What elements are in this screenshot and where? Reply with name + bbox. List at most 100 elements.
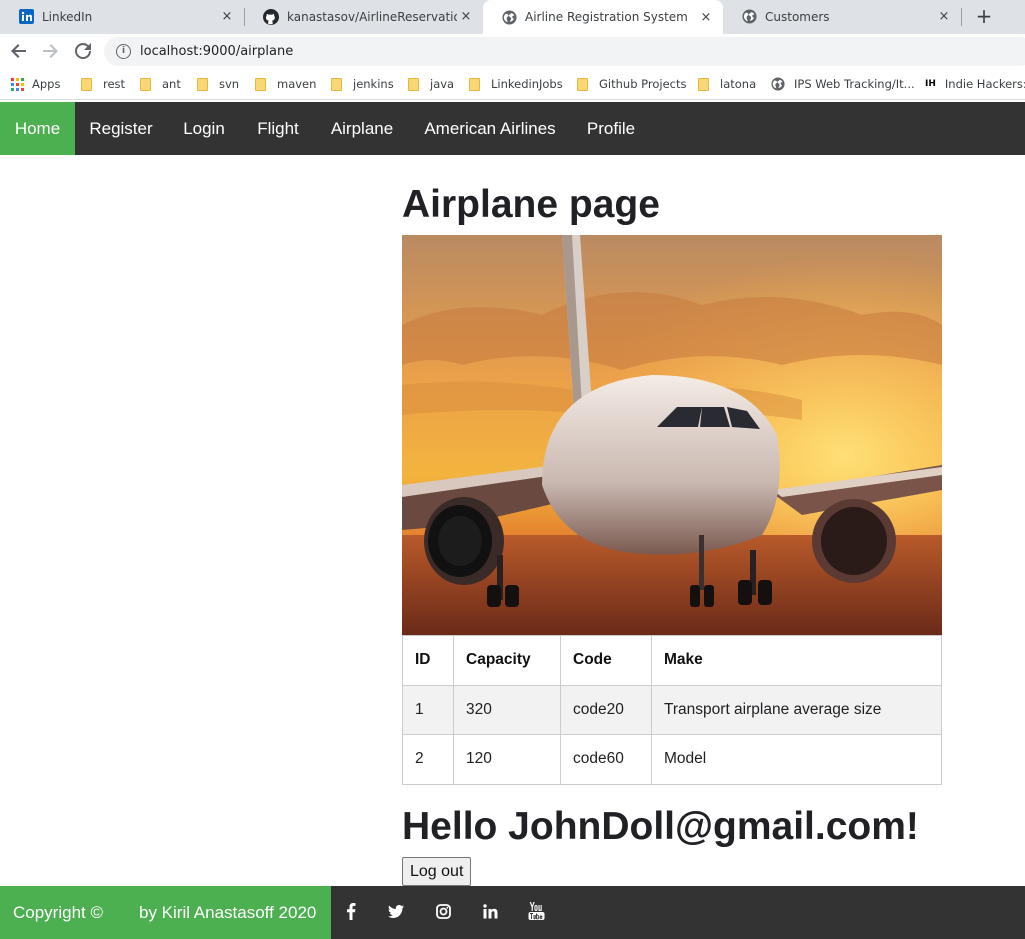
globe-icon bbox=[771, 77, 785, 91]
bookmark-ant[interactable]: ant bbox=[140, 75, 181, 93]
reload-icon[interactable] bbox=[71, 40, 95, 62]
back-arrow-icon[interactable] bbox=[7, 40, 31, 62]
close-tab-icon[interactable]: × bbox=[218, 9, 236, 24]
column-header-make: Make bbox=[651, 635, 942, 686]
bookmark-ips-web-tracking[interactable]: IPS Web Tracking/It... bbox=[771, 75, 915, 93]
close-tab-icon[interactable]: × bbox=[935, 9, 953, 24]
tab-title: Airline Registration System bbox=[525, 10, 688, 24]
table-header-row: ID Capacity Code Make bbox=[402, 635, 942, 686]
folder-icon bbox=[331, 77, 342, 91]
facebook-icon[interactable] bbox=[340, 900, 362, 922]
browser-toolbar: i localhost:9000/airplane bbox=[0, 34, 1025, 68]
bookmark-label: Github Projects bbox=[599, 77, 687, 91]
instagram-icon[interactable] bbox=[432, 900, 454, 922]
cell-capacity: 320 bbox=[453, 684, 561, 735]
address-bar[interactable]: i localhost:9000/airplane bbox=[104, 37, 1025, 66]
bookmark-maven[interactable]: maven bbox=[255, 75, 316, 93]
bookmark-indie-hackers[interactable]: IH Indie Hackers: bbox=[925, 75, 1025, 93]
folder-icon bbox=[255, 77, 266, 91]
bookmark-jenkins[interactable]: jenkins bbox=[331, 75, 394, 93]
folder-icon bbox=[698, 77, 709, 91]
footer-copyright-block: Copyright © by Kiril Anastasoff 2020 bbox=[0, 886, 331, 939]
cell-make: Transport airplane average size bbox=[651, 684, 942, 735]
page-title: Airplane page bbox=[402, 183, 660, 226]
apps-grid-icon bbox=[11, 77, 24, 91]
close-tab-icon[interactable]: × bbox=[457, 9, 475, 24]
cell-code: code60 bbox=[560, 734, 652, 785]
column-header-code: Code bbox=[560, 635, 652, 686]
bookmark-latona[interactable]: latona bbox=[698, 75, 756, 93]
bookmark-apps[interactable]: Apps bbox=[11, 75, 60, 93]
column-header-id: ID bbox=[402, 635, 454, 686]
folder-icon bbox=[140, 77, 151, 91]
author-text: by Kiril Anastasoff 2020 bbox=[139, 903, 317, 922]
ih-icon: IH bbox=[925, 79, 936, 89]
github-icon bbox=[263, 8, 279, 25]
nav-register[interactable]: Register bbox=[75, 102, 167, 155]
bookmark-java[interactable]: java bbox=[408, 75, 454, 93]
browser-tab-github[interactable]: kanastasov/AirlineReservationSys × bbox=[245, 0, 483, 33]
close-tab-icon[interactable]: × bbox=[697, 10, 715, 25]
cell-code: code20 bbox=[560, 684, 652, 735]
bookmark-label: IPS Web Tracking/It... bbox=[794, 77, 915, 91]
bookmark-label: java bbox=[430, 77, 455, 91]
greeting-heading: Hello JohnDoll@gmail.com! bbox=[402, 805, 919, 848]
bookmark-label: latona bbox=[720, 77, 757, 91]
url-text: localhost:9000/airplane bbox=[140, 44, 294, 59]
nav-home[interactable]: Home bbox=[0, 102, 75, 155]
airplane-table: ID Capacity Code Make 1 320 code20 Trans… bbox=[402, 635, 942, 785]
folder-icon bbox=[577, 77, 588, 91]
nav-profile[interactable]: Profile bbox=[571, 102, 651, 155]
column-header-capacity: Capacity bbox=[453, 635, 561, 686]
bookmark-linkedinjobs[interactable]: LinkedinJobs bbox=[469, 75, 563, 93]
logout-button[interactable]: Log out bbox=[402, 857, 472, 886]
browser-tab-airline[interactable]: Airline Registration System × bbox=[483, 0, 723, 34]
nav-flight[interactable]: Flight bbox=[241, 102, 315, 155]
bookmark-svn[interactable]: svn bbox=[197, 75, 239, 93]
linkedin-icon[interactable] bbox=[479, 900, 501, 922]
globe-icon bbox=[501, 9, 517, 25]
cell-make: Model bbox=[651, 734, 942, 785]
tab-title: kanastasov/AirlineReservationSys bbox=[287, 9, 457, 24]
cell-id: 1 bbox=[402, 684, 454, 735]
folder-icon bbox=[469, 77, 480, 91]
browser-tabstrip: LinkedIn × kanastasov/AirlineReservation… bbox=[0, 0, 1025, 34]
cell-capacity: 120 bbox=[453, 734, 561, 785]
folder-icon bbox=[197, 77, 208, 91]
table-row: 2 120 code60 Model bbox=[402, 734, 942, 785]
cell-id: 2 bbox=[402, 734, 454, 785]
airplane-photo bbox=[402, 235, 942, 635]
folder-icon bbox=[408, 77, 419, 91]
copyright-text: Copyright © bbox=[13, 903, 104, 922]
tab-title: LinkedIn bbox=[42, 9, 93, 24]
folder-icon bbox=[81, 77, 92, 91]
nav-airplane[interactable]: Airplane bbox=[315, 102, 409, 155]
bookmark-label: ant bbox=[162, 77, 181, 91]
table-row: 1 320 code20 Transport airplane average … bbox=[402, 684, 942, 735]
linkedin-icon bbox=[18, 9, 34, 25]
nav-american-airlines[interactable]: American Airlines bbox=[409, 102, 571, 155]
browser-tab-linkedin[interactable]: LinkedIn × bbox=[0, 0, 244, 33]
globe-icon bbox=[741, 9, 757, 25]
site-info-icon[interactable]: i bbox=[116, 44, 131, 59]
bookmark-label: jenkins bbox=[353, 77, 394, 91]
bookmarks-bar: Apps rest ant svn maven jenkins java Lin… bbox=[0, 68, 1025, 100]
browser-tab-customers[interactable]: Customers × bbox=[723, 0, 961, 33]
bookmark-label: maven bbox=[277, 77, 317, 91]
new-tab-button[interactable]: + bbox=[970, 4, 998, 28]
twitter-icon[interactable] bbox=[385, 900, 407, 922]
site-navbar: Home Register Login Flight Airplane Amer… bbox=[0, 102, 1025, 155]
youtube-icon[interactable] bbox=[525, 900, 547, 922]
bookmark-label: svn bbox=[219, 77, 240, 91]
nav-login[interactable]: Login bbox=[167, 102, 241, 155]
tab-separator bbox=[961, 8, 962, 26]
tab-title: Customers bbox=[765, 9, 830, 24]
bookmark-label: Apps bbox=[32, 77, 61, 91]
bookmark-label: Indie Hackers: bbox=[944, 77, 1025, 91]
bookmark-label: rest bbox=[103, 77, 126, 91]
bookmark-rest[interactable]: rest bbox=[81, 75, 125, 93]
bookmark-github-projects[interactable]: Github Projects bbox=[577, 75, 687, 93]
forward-arrow-icon[interactable] bbox=[38, 40, 62, 62]
footer: Copyright © by Kiril Anastasoff 2020 bbox=[0, 886, 1025, 939]
bookmark-label: LinkedinJobs bbox=[491, 77, 563, 91]
